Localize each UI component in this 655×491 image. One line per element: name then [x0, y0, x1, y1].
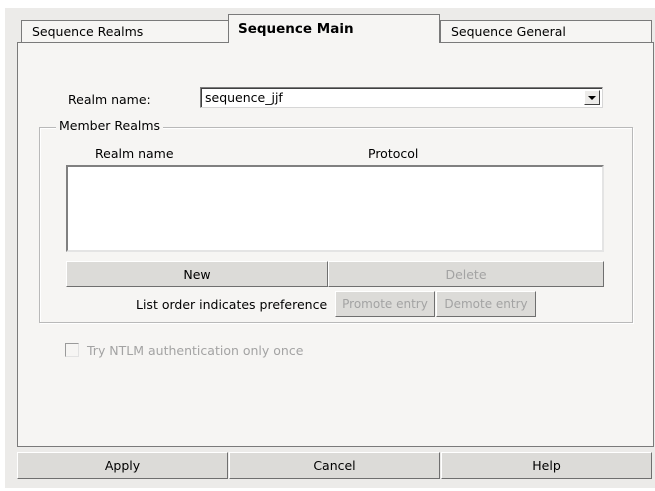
tab-sequence-realms[interactable]: Sequence Realms	[21, 20, 230, 43]
delete-button[interactable]: Delete	[328, 261, 604, 287]
tab-label: Sequence Main	[238, 21, 354, 37]
apply-button[interactable]: Apply	[17, 452, 228, 479]
column-header-realm-name: Realm name	[95, 146, 174, 161]
member-realms-legend: Member Realms	[56, 118, 164, 133]
realm-name-label: Realm name:	[68, 92, 151, 107]
chevron-down-icon	[588, 95, 596, 100]
new-button[interactable]: New	[66, 261, 328, 287]
list-order-note: List order indicates preference	[136, 297, 328, 312]
cancel-button[interactable]: Cancel	[229, 452, 440, 479]
help-button[interactable]: Help	[441, 452, 652, 479]
demote-entry-button[interactable]: Demote entry	[436, 291, 536, 317]
member-realms-list[interactable]	[66, 165, 604, 252]
combo-dropdown-button[interactable]	[584, 90, 600, 105]
tab-label: Sequence Realms	[32, 24, 144, 39]
tab-label: Sequence General	[451, 24, 566, 39]
ntlm-once-label: Try NTLM authentication only once	[87, 343, 304, 358]
tab-sequence-general[interactable]: Sequence General	[440, 20, 652, 43]
realm-name-value: sequence_jjf	[205, 90, 283, 105]
tab-sequence-main[interactable]: Sequence Main	[228, 14, 440, 43]
column-header-protocol: Protocol	[368, 146, 419, 161]
realm-name-combo[interactable]: sequence_jjf	[200, 87, 603, 108]
ntlm-once-checkbox[interactable]	[65, 343, 79, 357]
active-tab-joint	[229, 41, 438, 43]
promote-entry-button[interactable]: Promote entry	[335, 291, 435, 317]
